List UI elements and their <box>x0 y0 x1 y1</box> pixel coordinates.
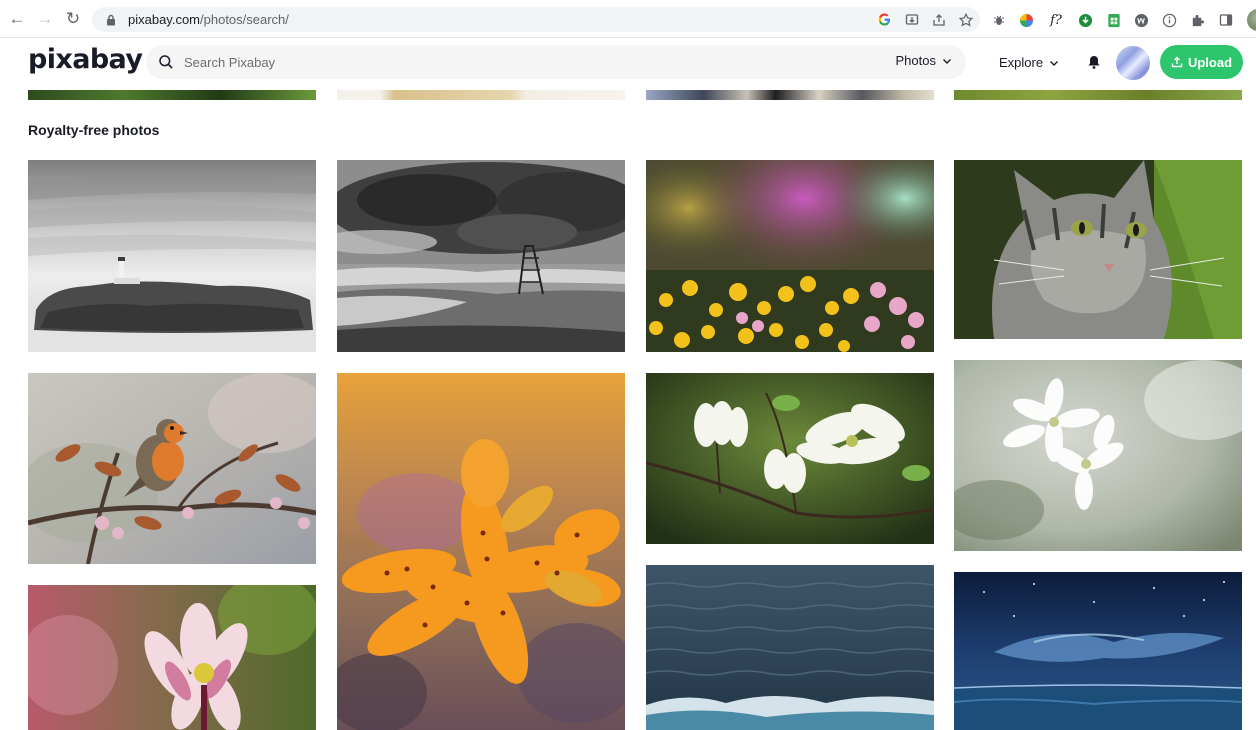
upload-icon <box>1171 56 1183 68</box>
color-wheel-icon[interactable] <box>1018 12 1035 29</box>
sidebar-icon[interactable] <box>1217 12 1234 29</box>
puzzle-icon[interactable] <box>1189 12 1206 29</box>
w-icon[interactable] <box>1133 12 1150 29</box>
chevron-down-icon <box>943 58 951 64</box>
explore-label: Explore <box>999 55 1044 70</box>
back-icon[interactable]: ← <box>6 8 28 30</box>
upload-label: Upload <box>1187 54 1233 70</box>
url-text[interactable]: pixabay.com/photos/search/ <box>128 12 289 27</box>
install-icon[interactable] <box>903 11 920 28</box>
search-icon[interactable] <box>158 54 174 70</box>
photo-tabby-cat[interactable] <box>954 160 1242 339</box>
user-avatar[interactable] <box>1116 46 1150 80</box>
photo-orange-lily[interactable] <box>337 373 625 730</box>
photo-white-dogwood[interactable] <box>646 373 934 544</box>
prev-row-photo-3[interactable] <box>646 90 934 100</box>
prev-row-photo-1[interactable] <box>28 90 316 100</box>
media-type-select[interactable]: Photos <box>896 53 952 68</box>
download-icon[interactable] <box>1077 12 1094 29</box>
photo-meadow-flowers[interactable] <box>646 160 934 352</box>
star-icon[interactable] <box>957 11 974 28</box>
media-type-label: Photos <box>895 53 936 68</box>
formula-icon[interactable]: f? <box>1046 12 1066 29</box>
address-bar[interactable]: pixabay.com/photos/search/ <box>92 7 980 32</box>
section-title: Royalty-free photos <box>28 122 160 138</box>
search-bar: Photos <box>146 45 966 79</box>
photo-robin-on-branch[interactable] <box>28 373 316 564</box>
google-icon[interactable] <box>876 11 893 28</box>
info-icon[interactable] <box>1161 12 1178 29</box>
browser-toolbar: ← → ↻ pixabay.com/photos/search/ f? <box>0 0 1256 38</box>
lock-icon <box>104 13 118 27</box>
spreadsheet-icon[interactable] <box>1105 12 1122 29</box>
bell-icon[interactable] <box>1086 54 1102 70</box>
photo-lighthouse-island[interactable] <box>28 160 316 352</box>
upload-button[interactable]: Upload <box>1160 45 1243 79</box>
reload-icon[interactable]: ↻ <box>62 8 84 30</box>
browser-profile-avatar[interactable] <box>1247 9 1256 31</box>
pixabay-logo[interactable]: pixabay <box>28 44 143 75</box>
share-icon[interactable] <box>930 11 947 28</box>
chevron-down-icon <box>1050 60 1059 66</box>
photo-stormy-beach[interactable] <box>337 160 625 352</box>
photo-night-sky-sea[interactable] <box>954 572 1242 730</box>
explore-menu[interactable]: Explore <box>999 55 1059 70</box>
site-header: pixabay Photos Explore Upload <box>0 38 1256 90</box>
photo-ocean-waves[interactable] <box>646 565 934 730</box>
photo-pink-columbine[interactable] <box>28 585 316 730</box>
photo-white-blossom[interactable] <box>954 360 1242 551</box>
bug-icon[interactable] <box>990 12 1007 29</box>
forward-icon[interactable]: → <box>34 8 56 30</box>
prev-row-photo-4[interactable] <box>954 90 1242 100</box>
prev-row-photo-2[interactable] <box>337 90 625 100</box>
search-input[interactable] <box>184 54 864 70</box>
